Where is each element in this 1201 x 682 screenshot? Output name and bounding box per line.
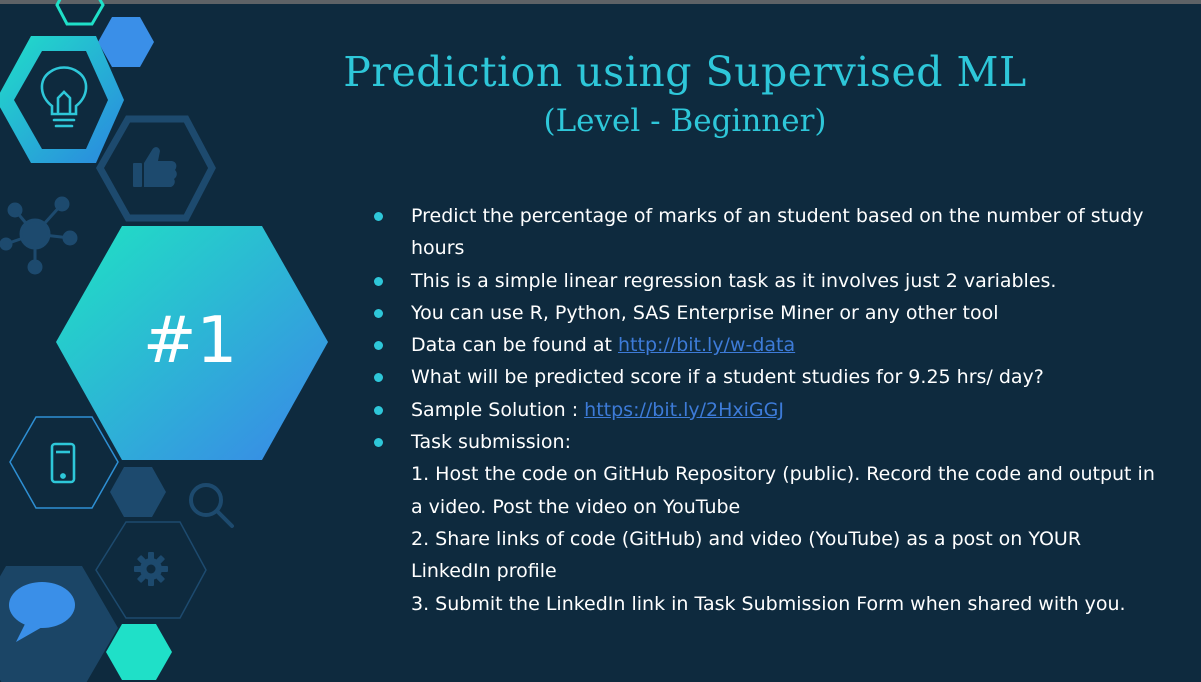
list-item: Sample Solution : https://bit.ly/2HxiGGJ bbox=[374, 394, 1164, 426]
top-hex-outline bbox=[55, 0, 105, 26]
bullet-text: Task submission: bbox=[411, 431, 571, 454]
network-icon bbox=[0, 196, 78, 275]
bullet-text: You can use R, Python, SAS Enterprise Mi… bbox=[411, 301, 999, 324]
bullet-dot bbox=[374, 212, 383, 221]
list-item: This is a simple linear regression task … bbox=[374, 265, 1164, 297]
magnifier-icon bbox=[189, 483, 234, 528]
list-item: You can use R, Python, SAS Enterprise Mi… bbox=[374, 297, 1164, 329]
bullet-text: Data can be found at bbox=[411, 334, 618, 357]
bullet-dot bbox=[374, 276, 383, 286]
thumbs-up-icon bbox=[133, 147, 177, 187]
data-link[interactable]: http://bit.ly/w-data bbox=[618, 334, 795, 356]
list-item: What will be predicted score if a studen… bbox=[374, 361, 1164, 393]
badge-number: #1 bbox=[142, 304, 238, 378]
bullet-text: This is a simple linear regression task … bbox=[411, 269, 1057, 292]
list-item: Predict the percentage of marks of an st… bbox=[374, 200, 1164, 265]
slide: Prediction using Supervised ML (Level - … bbox=[0, 0, 1201, 682]
bullet-dot bbox=[374, 438, 383, 448]
submission-step-3: 3. Submit the LinkedIn link in Task Subm… bbox=[411, 592, 1126, 615]
slide-title: Prediction using Supervised ML bbox=[343, 48, 1027, 96]
bullet-dot bbox=[374, 341, 383, 351]
phone-hex bbox=[9, 416, 119, 509]
bullet-text: Predict the percentage of marks of an st… bbox=[411, 205, 1144, 260]
list-item: Data can be found at http://bit.ly/w-dat… bbox=[374, 329, 1164, 361]
task-bullet-list: Predict the percentage of marks of an st… bbox=[374, 200, 1164, 620]
gear-icon bbox=[134, 552, 168, 586]
bullet-dot bbox=[374, 373, 383, 383]
slide-subtitle: (Level - Beginner) bbox=[543, 103, 827, 139]
dark-hex bbox=[110, 467, 166, 517]
submission-step-1: 1. Host the code on GitHub Repository (p… bbox=[411, 463, 1155, 518]
blue-hex bbox=[98, 17, 154, 67]
bullet-text: What will be predicted score if a studen… bbox=[411, 366, 1044, 389]
sample-solution-link[interactable]: https://bit.ly/2HxiGGJ bbox=[584, 399, 784, 421]
bullet-text: Sample Solution : bbox=[411, 398, 585, 421]
smartphone-icon bbox=[50, 442, 76, 484]
bullet-dot bbox=[374, 308, 383, 318]
submission-step-2: 2. Share links of code (GitHub) and vide… bbox=[411, 527, 1082, 583]
bullet-dot bbox=[374, 405, 383, 415]
teal-hex bbox=[106, 624, 172, 680]
list-item: Task submission: 1. Host the code on Git… bbox=[374, 426, 1164, 620]
